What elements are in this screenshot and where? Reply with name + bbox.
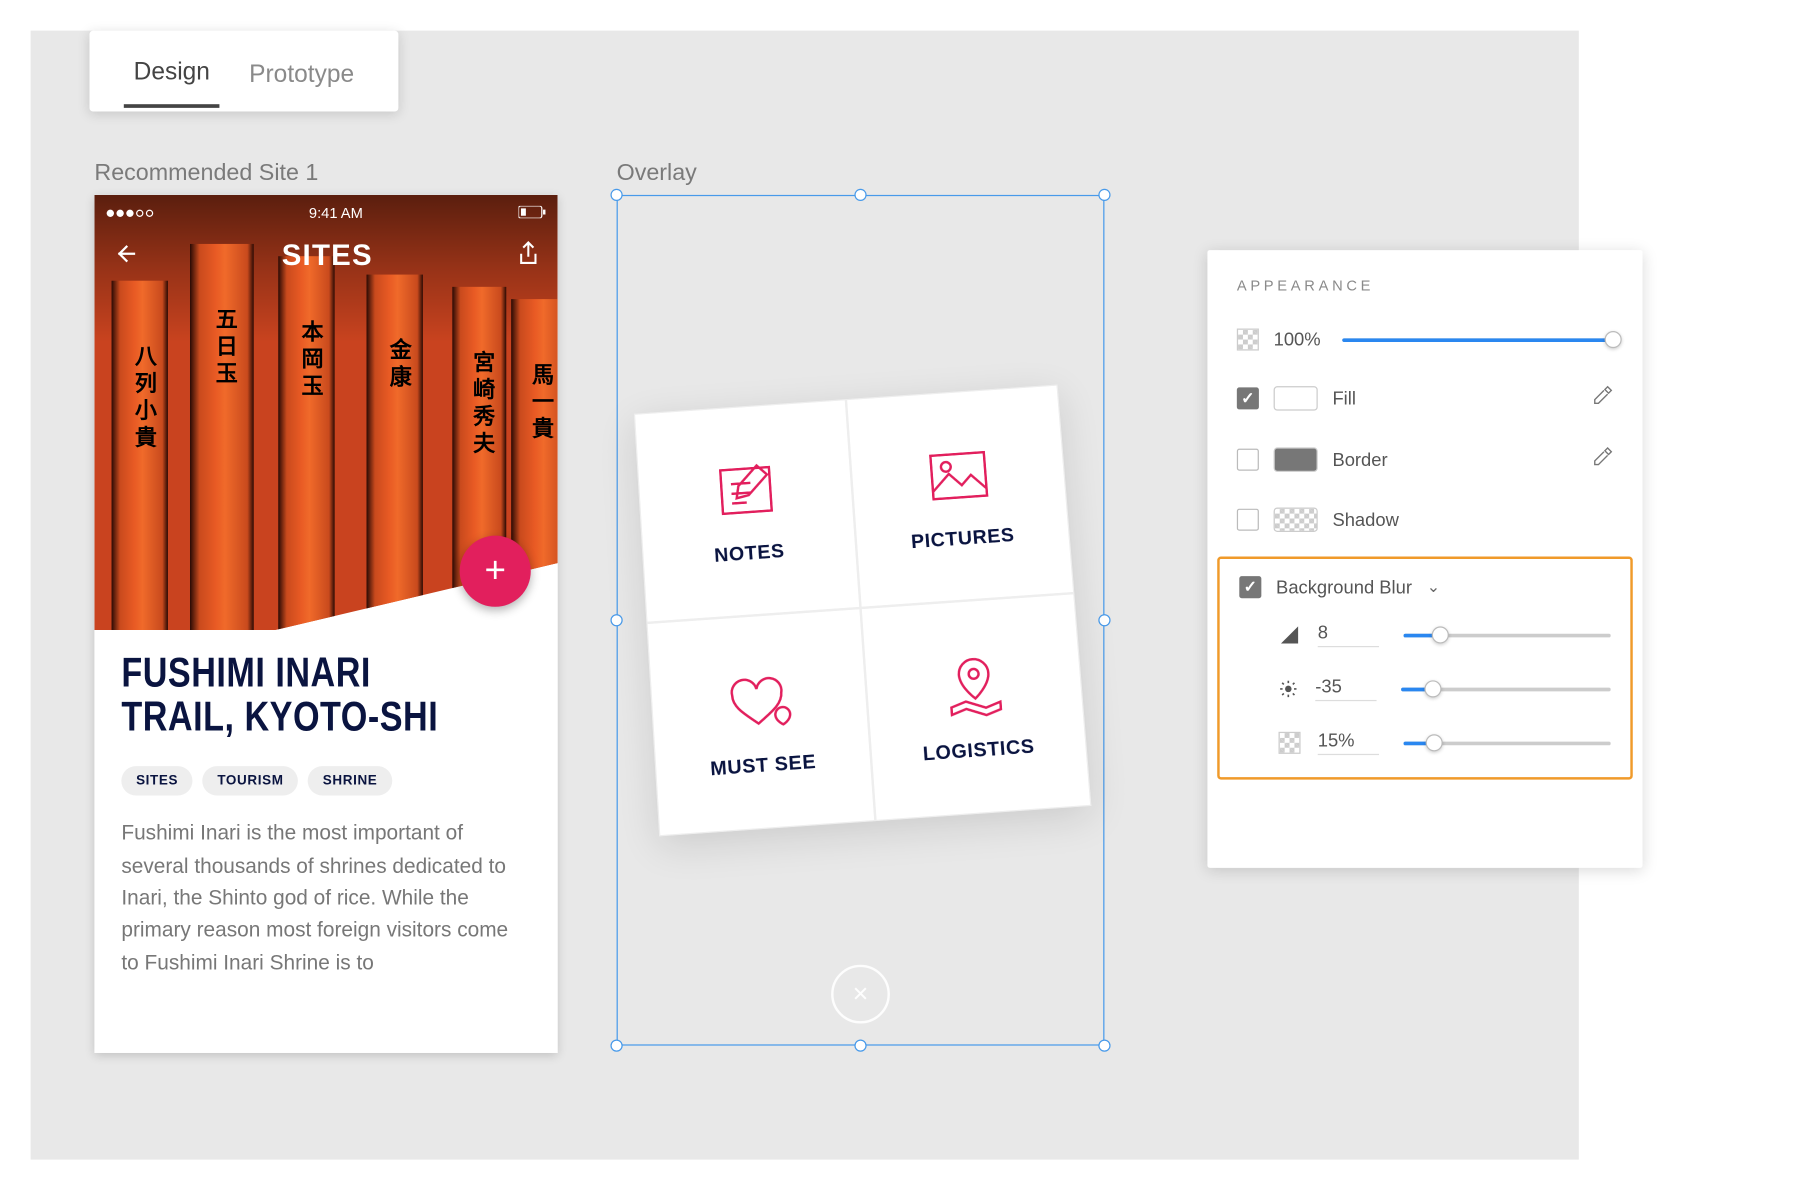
- tag-item[interactable]: SITES: [121, 767, 192, 796]
- eyedropper-icon[interactable]: [1591, 446, 1613, 473]
- resize-handle[interactable]: [854, 1039, 866, 1051]
- blur-amount-row: 8: [1220, 608, 1631, 662]
- share-icon[interactable]: [516, 240, 541, 273]
- tab-design[interactable]: Design: [124, 34, 220, 108]
- back-arrow-icon[interactable]: [112, 240, 139, 273]
- pictures-icon: [922, 439, 995, 511]
- blur-noise-row: 15%: [1220, 716, 1631, 770]
- bgblur-label[interactable]: Background Blur: [1276, 577, 1412, 598]
- tag-item[interactable]: TOURISM: [203, 767, 299, 796]
- panel-title: APPEARANCE: [1207, 277, 1642, 311]
- noise-icon: [1279, 732, 1301, 754]
- background-blur-section: ✓ Background Blur ⌄ 8 -35 15%: [1217, 557, 1633, 780]
- body-text: Fushimi Inari is the most important of s…: [121, 818, 530, 979]
- blur-noise-slider[interactable]: [1404, 741, 1611, 745]
- appearance-panel: APPEARANCE 100% ✓ Fill Border Shadow ✓ B…: [1207, 250, 1642, 868]
- resize-handle[interactable]: [1098, 189, 1110, 201]
- resize-handle[interactable]: [610, 189, 622, 201]
- menu-label: LOGISTICS: [922, 736, 1035, 766]
- menu-logistics[interactable]: LOGISTICS: [861, 593, 1092, 821]
- mode-tabs: Design Prototype: [89, 31, 398, 112]
- overlay-menu-card: NOTES PICTURES MUST SEE: [634, 384, 1092, 836]
- tag-item[interactable]: SHRINE: [308, 767, 392, 796]
- shadow-row: Shadow: [1207, 490, 1642, 549]
- border-color[interactable]: [1274, 447, 1318, 472]
- blur-amount-icon: [1279, 624, 1301, 646]
- chevron-down-icon[interactable]: ⌄: [1427, 577, 1440, 597]
- blur-brightness-value[interactable]: -35: [1315, 677, 1376, 702]
- shadow-label: Shadow: [1332, 509, 1398, 530]
- menu-label: NOTES: [714, 541, 786, 568]
- fill-color[interactable]: [1274, 386, 1318, 411]
- site-title: FUSHIMI INARI TRAIL, KYOTO-SHI: [121, 652, 457, 739]
- artboard-recommended-site[interactable]: 八列小貴 五日玉 本岡玉 金康 宮崎秀夫 馬一貴 9:41 AM: [94, 195, 557, 1053]
- close-button[interactable]: ×: [831, 965, 890, 1024]
- border-row: Border: [1207, 429, 1642, 490]
- blur-brightness-row: -35: [1220, 662, 1631, 716]
- menu-label: MUST SEE: [710, 751, 817, 781]
- artboard-label-overlay[interactable]: Overlay: [617, 161, 697, 188]
- menu-mustsee[interactable]: MUST SEE: [646, 608, 875, 836]
- resize-handle[interactable]: [1098, 1039, 1110, 1051]
- menu-label: PICTURES: [910, 525, 1015, 554]
- heart-icon: [722, 664, 795, 738]
- battery-icon: [519, 205, 546, 222]
- fill-label: Fill: [1332, 388, 1356, 409]
- blur-amount-value[interactable]: 8: [1318, 623, 1379, 648]
- border-label: Border: [1332, 449, 1387, 470]
- status-bar: 9:41 AM: [94, 202, 557, 224]
- resize-handle[interactable]: [610, 1039, 622, 1051]
- fill-checkbox[interactable]: ✓: [1237, 387, 1259, 409]
- status-time: 9:41 AM: [309, 205, 363, 222]
- artboard-overlay[interactable]: NOTES PICTURES MUST SEE: [617, 195, 1105, 1046]
- menu-pictures[interactable]: PICTURES: [846, 384, 1074, 608]
- tags-row: SITES TOURISM SHRINE: [121, 767, 530, 796]
- fab-add-button[interactable]: +: [460, 536, 531, 607]
- fill-row: ✓ Fill: [1207, 368, 1642, 429]
- blur-brightness-slider[interactable]: [1401, 687, 1611, 691]
- eyedropper-icon[interactable]: [1591, 385, 1613, 412]
- map-pin-icon: [937, 649, 1011, 723]
- opacity-value[interactable]: 100%: [1274, 329, 1321, 350]
- blur-amount-slider[interactable]: [1404, 633, 1611, 637]
- resize-handle[interactable]: [610, 614, 622, 626]
- resize-handle[interactable]: [854, 189, 866, 201]
- resize-handle[interactable]: [1098, 614, 1110, 626]
- signal-dots-icon: [107, 210, 154, 217]
- brightness-icon: [1279, 679, 1299, 699]
- screen-title: SITES: [282, 239, 373, 273]
- opacity-row: 100%: [1207, 311, 1642, 367]
- artboard-label-recommended[interactable]: Recommended Site 1: [94, 161, 318, 188]
- bgblur-checkbox[interactable]: ✓: [1239, 576, 1261, 598]
- opacity-slider[interactable]: [1343, 338, 1613, 342]
- menu-notes[interactable]: NOTES: [634, 399, 861, 623]
- notes-icon: [709, 454, 782, 526]
- shadow-color[interactable]: [1274, 507, 1318, 532]
- opacity-swatch-icon: [1237, 329, 1259, 351]
- blur-noise-value[interactable]: 15%: [1318, 731, 1379, 756]
- border-checkbox[interactable]: [1237, 449, 1259, 471]
- tab-prototype[interactable]: Prototype: [239, 36, 364, 106]
- shadow-checkbox[interactable]: [1237, 509, 1259, 531]
